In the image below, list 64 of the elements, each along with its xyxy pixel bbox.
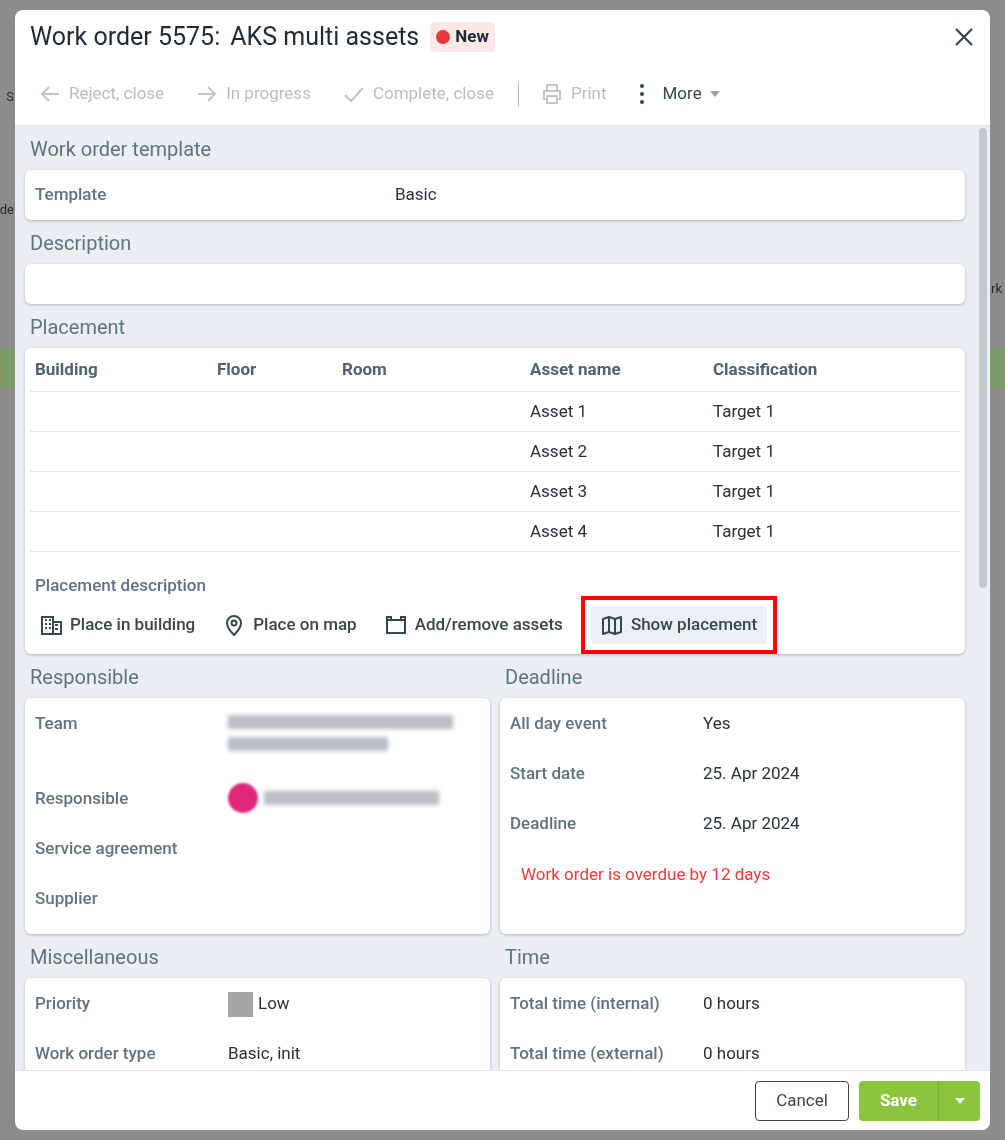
- section-heading: Description: [29, 230, 133, 257]
- section-heading: Placement: [29, 314, 127, 341]
- background-text: rk: [991, 280, 1002, 298]
- field-label: Deadline: [510, 812, 578, 835]
- cancel-button[interactable]: Cancel: [755, 1080, 849, 1121]
- field-value: Low: [258, 992, 290, 1015]
- field-value: 25. Apr 2024: [703, 762, 800, 785]
- column-header: Asset name: [529, 357, 622, 381]
- field-label: Start date: [510, 762, 586, 785]
- table-cell-text: Target 1: [712, 399, 776, 423]
- column-header: Building: [34, 357, 99, 381]
- field-value: 25. Apr 2024: [703, 812, 800, 835]
- section-heading: Time: [504, 944, 551, 971]
- caret-icon: [709, 90, 720, 97]
- printer-icon: [540, 82, 563, 105]
- field-value: Yes: [703, 712, 731, 735]
- table-cell-text: Target 1: [712, 439, 776, 463]
- table-cell-text: Target 1: [712, 479, 776, 503]
- map-icon: [600, 614, 623, 636]
- field-value: Basic, init: [228, 1042, 301, 1065]
- close-icon: [955, 28, 973, 46]
- table-cell-text: Asset 2: [529, 439, 588, 463]
- table-cell-text: Asset 4: [529, 519, 588, 543]
- placement-action-button[interactable]: Add/remove assets: [374, 606, 573, 644]
- field-value: 0 hours: [703, 1042, 760, 1065]
- building-icon: [40, 614, 62, 636]
- field-value: Basic: [395, 183, 437, 207]
- field-label: Work order type: [35, 1042, 157, 1065]
- toolbar-button[interactable]: More: [638, 80, 720, 107]
- field-label: Total time (internal): [510, 992, 661, 1015]
- placement-action-button[interactable]: Place on map: [213, 606, 367, 644]
- field-label: Team: [35, 712, 79, 735]
- section-heading: Responsible: [29, 664, 140, 691]
- placement-action-button[interactable]: Show placement: [590, 606, 768, 644]
- more-icon: [638, 82, 645, 105]
- save-options-button[interactable]: [938, 1080, 980, 1121]
- field-label: Priority: [35, 992, 92, 1015]
- table-cell-text: Asset 1: [529, 399, 588, 423]
- field-label: Total time (external): [510, 1042, 665, 1065]
- section-heading: Miscellaneous: [29, 944, 160, 971]
- dialog-subtitle: AKS multi assets: [230, 21, 420, 54]
- box-icon: [384, 614, 407, 636]
- section-heading: Work order template: [29, 136, 213, 163]
- field-label: Supplier: [35, 887, 99, 910]
- column-header: Room: [341, 357, 388, 381]
- field-label: Template: [35, 183, 108, 207]
- field-label: Placement description: [34, 574, 207, 597]
- field-label: Responsible: [35, 787, 130, 810]
- field-label: All day event: [510, 712, 608, 735]
- dialog-title: Work order 5575:: [30, 21, 221, 54]
- status-label: New: [455, 25, 489, 49]
- table-cell-text: Asset 3: [529, 479, 588, 503]
- field-value: 0 hours: [703, 992, 760, 1015]
- field-label: Service agreement: [35, 837, 179, 860]
- placement-action-button[interactable]: Place in building: [30, 606, 206, 644]
- warning-text: Work order is overdue by 12 days: [520, 863, 772, 886]
- column-header: Classification: [712, 357, 819, 381]
- avatar: [228, 783, 258, 813]
- background-text: S: [6, 88, 14, 106]
- section-heading: Deadline: [504, 664, 584, 691]
- caret-icon: [954, 1097, 965, 1104]
- background-text: de: [0, 201, 14, 219]
- table-cell-text: Target 1: [712, 519, 776, 543]
- column-header: Floor: [216, 357, 258, 381]
